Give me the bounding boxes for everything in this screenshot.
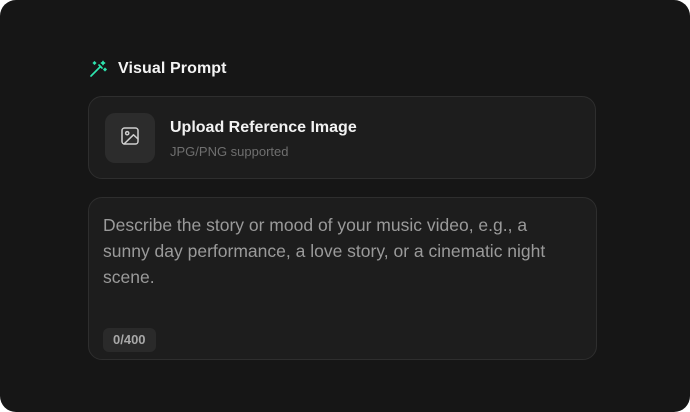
visual-prompt-panel: Visual Prompt Upload Reference Image JPG… bbox=[0, 0, 690, 412]
upload-format-hint: JPG/PNG supported bbox=[170, 144, 289, 159]
magic-wand-icon bbox=[88, 59, 108, 79]
section-title: Visual Prompt bbox=[118, 60, 227, 77]
story-prompt-textarea[interactable] bbox=[103, 212, 578, 312]
character-counter: 0/400 bbox=[103, 328, 156, 352]
upload-thumbnail bbox=[105, 113, 155, 163]
section-header: Visual Prompt bbox=[88, 58, 227, 80]
image-icon bbox=[120, 126, 140, 151]
upload-reference-image-button[interactable]: Upload Reference Image JPG/PNG supported bbox=[88, 96, 596, 179]
upload-title: Upload Reference Image bbox=[170, 119, 357, 136]
prompt-container: 0/400 bbox=[88, 197, 597, 360]
